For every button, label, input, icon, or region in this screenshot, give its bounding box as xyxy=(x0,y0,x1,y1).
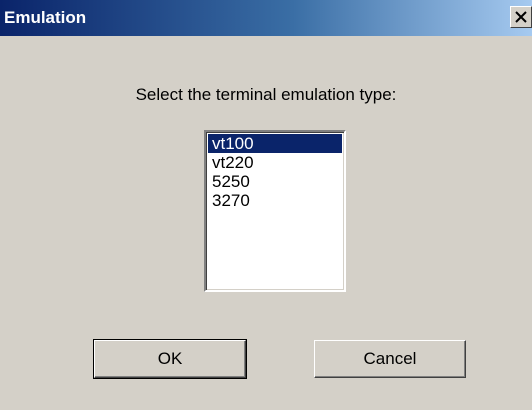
ok-button[interactable]: OK xyxy=(93,339,247,379)
window-title: Emulation xyxy=(4,8,87,27)
list-item-vt220[interactable]: vt220 xyxy=(208,153,342,172)
list-item-3270[interactable]: 3270 xyxy=(208,191,342,210)
cancel-button[interactable]: Cancel xyxy=(314,340,466,378)
title-bar[interactable]: Emulation xyxy=(0,0,532,36)
close-icon xyxy=(515,11,527,23)
emulation-dialog: Emulation Select the terminal emulation … xyxy=(0,0,532,410)
emulation-type-listbox[interactable]: vt100 vt220 5250 3270 xyxy=(204,130,346,292)
list-item-vt100[interactable]: vt100 xyxy=(208,134,342,153)
close-button[interactable] xyxy=(510,6,532,28)
list-item-5250[interactable]: 5250 xyxy=(208,172,342,191)
prompt-label: Select the terminal emulation type: xyxy=(135,85,397,104)
